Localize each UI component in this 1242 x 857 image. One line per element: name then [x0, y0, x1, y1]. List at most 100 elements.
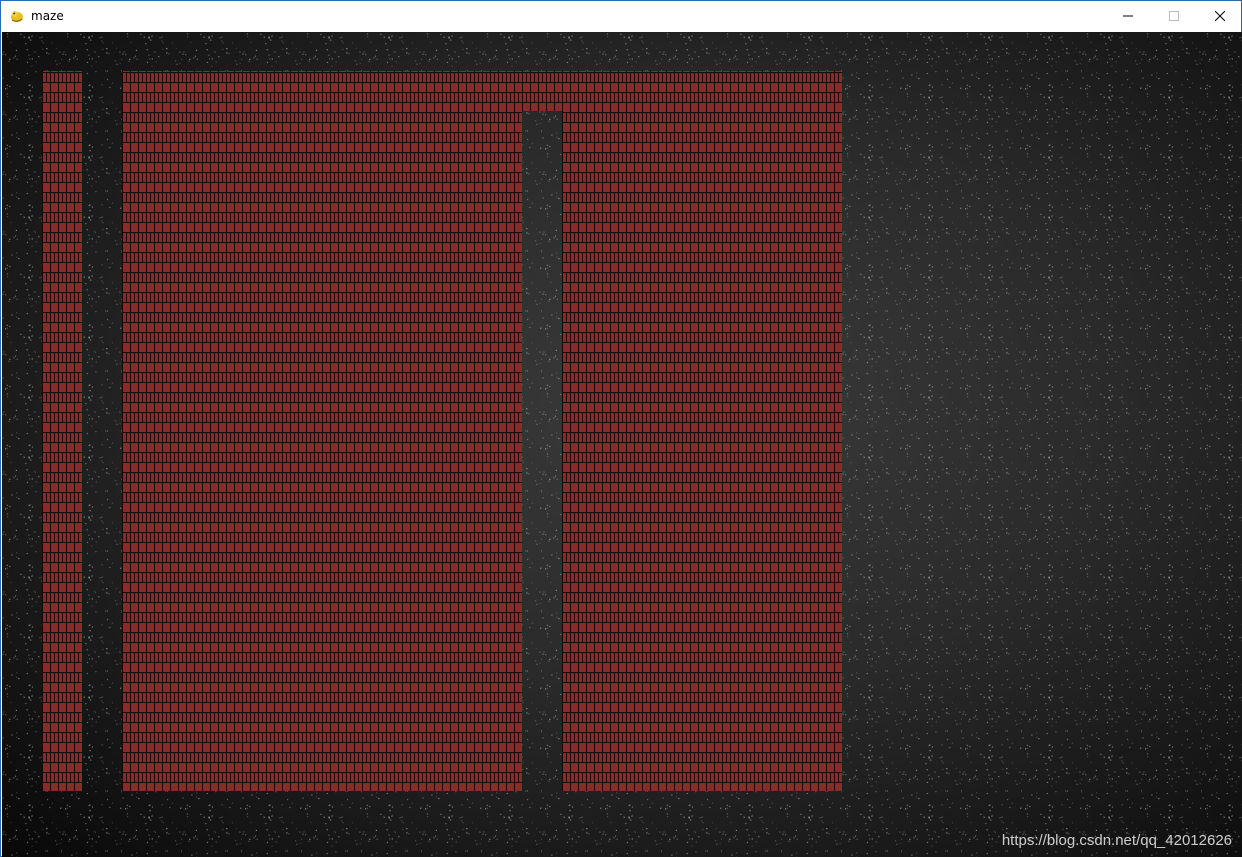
maze-wall-cell: [402, 391, 442, 431]
maze-wall-cell: [242, 751, 282, 791]
maze-wall-cell: [202, 151, 242, 191]
maze-wall-cell: [602, 391, 642, 431]
maze-wall-cell: [562, 191, 602, 231]
maze-wall-cell: [282, 471, 322, 511]
maze-wall-cell: [442, 311, 482, 351]
maze-wall-cell: [282, 311, 322, 351]
maze-wall-cell: [482, 591, 522, 631]
maze-wall-cell: [482, 111, 522, 151]
maze-wall-cell: [42, 471, 82, 511]
maze-wall-cell: [802, 751, 842, 791]
maze-wall-cell: [242, 671, 282, 711]
maze-wall-cell: [322, 591, 362, 631]
maze-wall-cell: [322, 391, 362, 431]
maze-wall-cell: [122, 551, 162, 591]
window-title: maze: [31, 9, 64, 23]
maze-wall-cell: [42, 351, 82, 391]
maze-wall-cell: [362, 391, 402, 431]
maximize-button[interactable]: [1151, 1, 1197, 31]
maze-wall-cell: [762, 351, 802, 391]
maze-wall-cell: [482, 271, 522, 311]
maze-wall-cell: [682, 551, 722, 591]
maze-wall-cell: [682, 111, 722, 151]
maze-wall-cell: [162, 231, 202, 271]
maze-wall-cell: [762, 71, 802, 111]
title-bar[interactable]: maze: [1, 1, 1241, 31]
maze-wall-cell: [282, 551, 322, 591]
maze-wall-cell: [162, 71, 202, 111]
maze-wall-cell: [42, 231, 82, 271]
maze-wall-cell: [242, 391, 282, 431]
maze-wall-cell: [282, 631, 322, 671]
maze-wall-cell: [202, 231, 242, 271]
maze-wall-cell: [602, 511, 642, 551]
maze-wall-cell: [162, 191, 202, 231]
maze-wall-cell: [602, 431, 642, 471]
maze-wall-cell: [802, 151, 842, 191]
maze-wall-cell: [602, 191, 642, 231]
maze-wall-cell: [482, 151, 522, 191]
maze-wall-cell: [402, 111, 442, 151]
maze-wall-cell: [442, 591, 482, 631]
maze-wall-cell: [122, 151, 162, 191]
maze-wall-cell: [162, 711, 202, 751]
maze-wall-cell: [802, 311, 842, 351]
maze-wall-cell: [322, 671, 362, 711]
maze-wall-cell: [722, 111, 762, 151]
maze-wall-cell: [642, 311, 682, 351]
minimize-button[interactable]: [1105, 1, 1151, 31]
maze-wall-cell: [122, 631, 162, 671]
maze-wall-cell: [42, 631, 82, 671]
pygame-snake-icon: [9, 8, 25, 24]
maze-wall-cell: [42, 311, 82, 351]
maze-wall-cell: [802, 471, 842, 511]
maze-wall-cell: [282, 751, 322, 791]
maze-wall-cell: [562, 391, 602, 431]
maze-wall-cell: [642, 391, 682, 431]
maze-wall-cell: [282, 391, 322, 431]
maze-wall-cell: [442, 231, 482, 271]
maze-wall-cell: [122, 111, 162, 151]
maze-wall-cell: [562, 351, 602, 391]
maze-wall-cell: [362, 71, 402, 111]
maze-wall-cell: [602, 231, 642, 271]
maze-wall-cell: [482, 751, 522, 791]
maze-wall-cell: [322, 191, 362, 231]
maze-wall-cell: [802, 271, 842, 311]
maze-wall-cell: [402, 191, 442, 231]
maze-wall-cell: [562, 431, 602, 471]
maze-wall-cell: [442, 191, 482, 231]
maze-wall-cell: [162, 391, 202, 431]
maze-wall-cell: [722, 511, 762, 551]
maze-wall-cell: [722, 751, 762, 791]
maze-wall-cell: [682, 431, 722, 471]
maze-wall-cell: [362, 631, 402, 671]
maze-wall-cell: [282, 191, 322, 231]
maze-wall-cell: [802, 191, 842, 231]
maze-wall-cell: [282, 351, 322, 391]
maze-wall-cell: [722, 231, 762, 271]
maze-wall-cell: [162, 751, 202, 791]
maze-wall-cell: [42, 591, 82, 631]
maze-wall-cell: [802, 551, 842, 591]
maze-wall-cell: [562, 471, 602, 511]
maze-wall-cell: [722, 351, 762, 391]
maze-wall-cell: [802, 231, 842, 271]
maze-wall-cell: [362, 231, 402, 271]
maze-wall-cell: [762, 511, 802, 551]
game-window: maze https://blog.csdn.net/qq_42012626: [0, 0, 1242, 857]
maze-wall-cell: [602, 271, 642, 311]
maze-wall-cell: [562, 511, 602, 551]
close-button[interactable]: [1197, 1, 1242, 31]
maze-wall-cell: [242, 311, 282, 351]
maze-wall-cell: [722, 671, 762, 711]
maze-wall-cell: [682, 631, 722, 671]
maze-wall-cell: [682, 511, 722, 551]
maze-wall-cell: [402, 591, 442, 631]
maze-wall-cell: [682, 271, 722, 311]
maze-wall-cell: [322, 151, 362, 191]
maze-wall-cell: [242, 111, 282, 151]
maze-wall-cell: [442, 631, 482, 671]
maze-wall-cell: [482, 351, 522, 391]
game-canvas[interactable]: https://blog.csdn.net/qq_42012626: [2, 32, 1242, 857]
